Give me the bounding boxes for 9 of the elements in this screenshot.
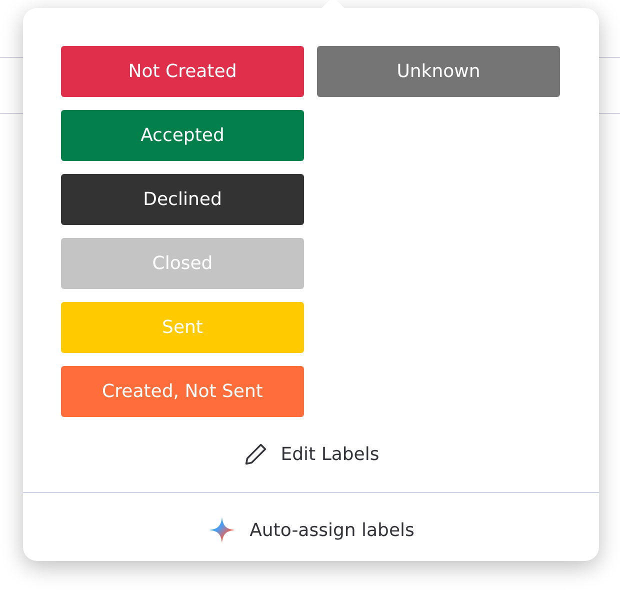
edit-labels-button[interactable]: Edit Labels [242, 439, 380, 469]
status-label[interactable]: Created, Not Sent [61, 366, 304, 417]
status-label[interactable]: Unknown [317, 46, 560, 97]
status-label[interactable]: Accepted [61, 110, 304, 161]
pencil-icon [242, 441, 269, 467]
status-label[interactable]: Not Created [61, 46, 304, 97]
sparkle-icon [208, 516, 236, 544]
auto-assign-button[interactable]: Auto-assign labels [208, 515, 414, 545]
status-label[interactable]: Declined [61, 174, 304, 225]
